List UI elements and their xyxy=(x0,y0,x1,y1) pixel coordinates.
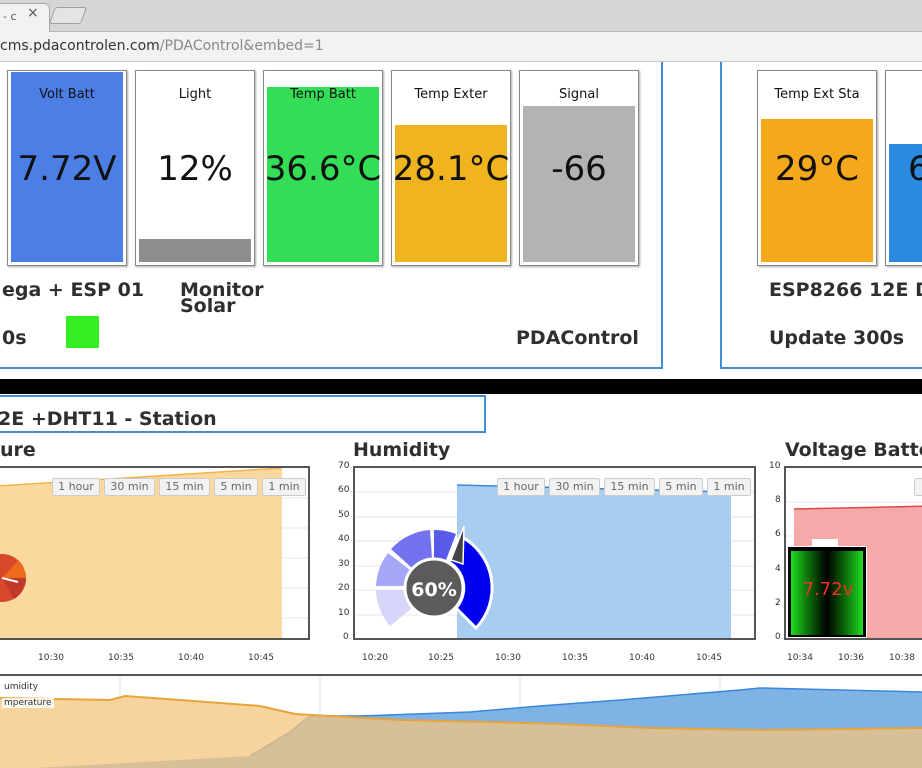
x-tick-label: 10:40 xyxy=(629,653,655,663)
page-content: Volt Batt 7.72V Light 12% Temp Batt 36.6… xyxy=(0,62,922,768)
range-30-min-button[interactable]: 30 min xyxy=(104,478,155,496)
widget-value: 29°C xyxy=(774,149,859,189)
legend-item-temperature[interactable]: mperature xyxy=(2,698,54,708)
device-name: ESP8266 12E D xyxy=(769,279,922,301)
widget-label: Temp Batt xyxy=(290,87,356,102)
update-interval: 0s xyxy=(2,327,27,349)
widget-value: 6 xyxy=(908,149,922,189)
y-tick-label: 40 xyxy=(338,534,350,544)
legend-item-humidity[interactable]: umidity xyxy=(2,682,41,692)
y-tick-label: 20 xyxy=(338,583,350,593)
tab-bar: - c × xyxy=(0,0,922,32)
y-tick-label: 50 xyxy=(338,510,350,520)
widget-value: 12% xyxy=(157,149,233,189)
widget-light: Light 12% xyxy=(135,70,255,266)
device-panel-solar: Volt Batt 7.72V Light 12% Temp Batt 36.6… xyxy=(0,62,663,369)
tab-close-icon[interactable]: × xyxy=(27,5,39,21)
humidity-gauge-value: 60% xyxy=(411,579,457,601)
station-title-box: 2E +DHT11 - Station xyxy=(0,395,486,433)
widget-temp-exter: Temp Exter 28.1°C xyxy=(391,70,511,266)
solar-label: Solar xyxy=(180,295,236,317)
widget-temp-batt: Temp Batt 36.6°C xyxy=(263,70,383,266)
battery-terminal xyxy=(812,539,838,547)
url-host: cms.pdacontrolen.com xyxy=(0,38,160,54)
x-tick-label: 10:34 xyxy=(787,653,813,663)
combined-chart: umidity mperature xyxy=(0,674,922,768)
widget-label: Light xyxy=(178,87,212,102)
url-text[interactable]: cms.pdacontrolen.com/PDAControl&embed=1 xyxy=(0,38,324,54)
widget-label: Volt Batt xyxy=(39,87,95,102)
y-tick-label: 8 xyxy=(775,495,781,505)
voltage-chart-title: Voltage Batte xyxy=(785,439,922,461)
y-tick-label: 0 xyxy=(343,632,349,642)
x-tick-label: 10:30 xyxy=(38,653,64,663)
range-30-min-button[interactable]: 30 min xyxy=(549,478,600,496)
range-5-min-button[interactable]: 5 min xyxy=(214,478,258,496)
x-tick-label: 10:20 xyxy=(362,653,388,663)
humidity-chart-title: Humidity xyxy=(353,439,451,461)
widget-label: H xyxy=(886,87,922,102)
tab-title: - c xyxy=(3,10,17,23)
device-panel-station: Temp Ext Sta 29°C H 6 ESP8266 12E D Upda… xyxy=(720,62,922,369)
widget-humidity-sta: H 6 xyxy=(885,70,922,266)
y-tick-label: 2 xyxy=(775,598,781,608)
brand-label: PDAControl xyxy=(516,327,639,349)
temperature-chart-title: ure xyxy=(0,439,36,461)
x-tick-label: 10:38 xyxy=(889,653,915,663)
y-tick-label: 0 xyxy=(775,632,781,642)
y-tick-label: 30 xyxy=(338,559,350,569)
x-tick-label: 10:35 xyxy=(108,653,134,663)
tab-active[interactable]: - c xyxy=(0,3,50,32)
combined-chart-svg xyxy=(0,676,922,768)
x-tick-label: 10:30 xyxy=(495,653,521,663)
y-tick-label: 70 xyxy=(338,461,350,471)
y-tick-label: 6 xyxy=(775,529,781,539)
x-tick-label: 10:35 xyxy=(562,653,588,663)
x-tick-label: 10:36 xyxy=(838,653,864,663)
widget-signal: Signal -66 xyxy=(519,70,639,266)
widget-fill xyxy=(139,239,251,262)
range-button-partial[interactable] xyxy=(914,478,922,496)
range-1-min-button[interactable]: 1 min xyxy=(262,478,306,496)
divider-bar xyxy=(0,379,922,394)
widget-label: Temp Ext Sta xyxy=(774,87,860,102)
temperature-chart: 1 hour 30 min 15 min 5 min 1 min xyxy=(0,466,310,640)
y-tick-label: 10 xyxy=(769,461,781,471)
x-tick-label: 10:45 xyxy=(696,653,722,663)
battery-value: 7.72v xyxy=(802,579,854,600)
range-1-hour-button[interactable]: 1 hour xyxy=(497,478,545,496)
range-15-min-button[interactable]: 15 min xyxy=(159,478,210,496)
range-1-hour-button[interactable]: 1 hour xyxy=(52,478,100,496)
url-path: /PDAControl&embed=1 xyxy=(159,38,324,54)
update-interval: Update 300s xyxy=(769,327,905,349)
widget-temp-ext-sta: Temp Ext Sta 29°C xyxy=(757,70,877,266)
range-5-min-button[interactable]: 5 min xyxy=(659,478,703,496)
widget-fill xyxy=(395,125,507,262)
y-tick-label: 10 xyxy=(338,608,350,618)
widget-volt-batt: Volt Batt 7.72V xyxy=(7,70,127,266)
x-tick-label: 10:40 xyxy=(178,653,204,663)
widget-value: 36.6°C xyxy=(264,149,382,189)
y-tick-label: 60 xyxy=(338,485,350,495)
new-tab-button[interactable] xyxy=(48,7,88,24)
status-indicator xyxy=(66,316,99,348)
x-tick-label: 10:25 xyxy=(428,653,454,663)
humidity-chart: 1 hour 30 min 15 min 5 min 1 min 60% xyxy=(353,466,756,640)
widget-label: Temp Exter xyxy=(414,87,488,102)
range-1-min-button[interactable]: 1 min xyxy=(707,478,751,496)
widget-value: 7.72V xyxy=(17,149,117,189)
widget-value: 28.1°C xyxy=(392,149,510,189)
widget-value: -66 xyxy=(551,149,607,189)
device-name: ega + ESP 01 xyxy=(2,279,145,301)
y-tick-label: 4 xyxy=(775,564,781,574)
battery-icon: 7.72v xyxy=(787,539,867,638)
range-15-min-button[interactable]: 15 min xyxy=(604,478,655,496)
address-bar[interactable]: cms.pdacontrolen.com/PDAControl&embed=1 xyxy=(0,32,922,62)
widget-label: Signal xyxy=(559,87,599,102)
x-tick-label: 10:45 xyxy=(248,653,274,663)
widget-fill xyxy=(761,119,873,262)
station-title: 2E +DHT11 - Station xyxy=(0,408,217,430)
voltage-chart: 7.72v xyxy=(784,466,922,640)
